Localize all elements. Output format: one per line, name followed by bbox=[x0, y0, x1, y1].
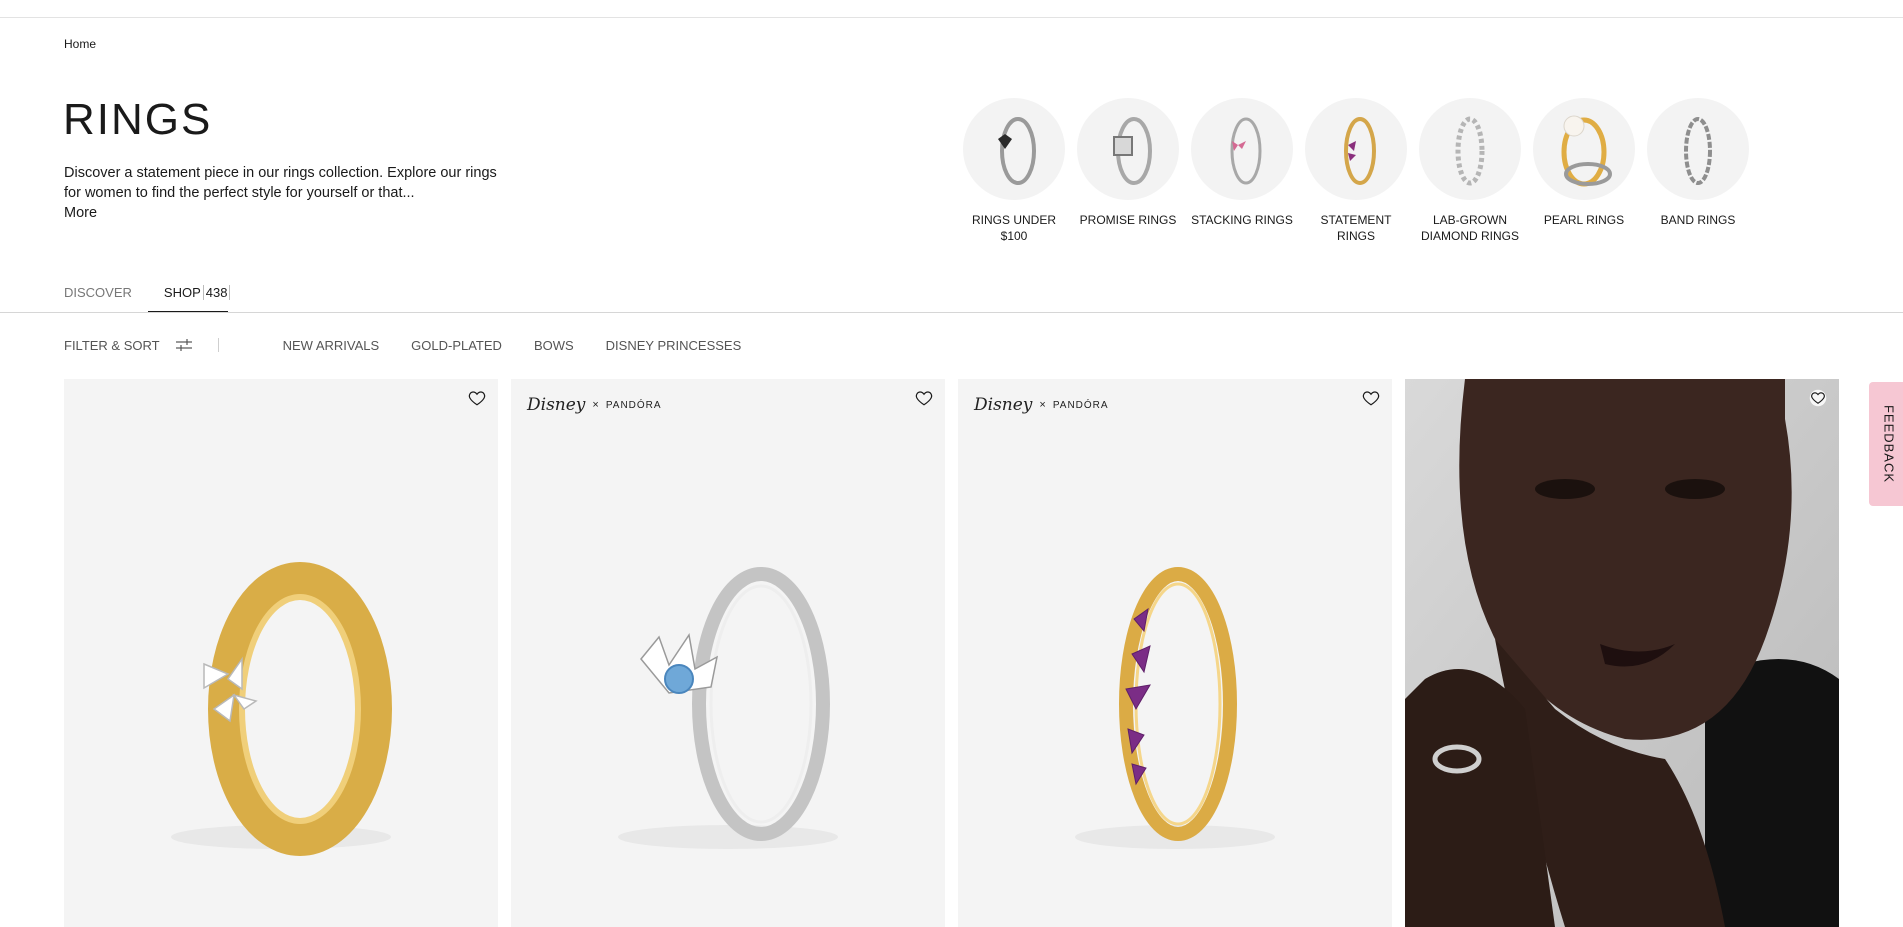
description-text: Discover a statement piece in our rings … bbox=[64, 165, 497, 201]
brand-disney: Disney bbox=[974, 395, 1033, 415]
wishlist-heart-icon[interactable] bbox=[1362, 389, 1380, 407]
category-statement-rings[interactable]: STATEMENT RINGS bbox=[1299, 98, 1413, 244]
category-label: BAND RINGS bbox=[1660, 213, 1736, 227]
filter-bar: FILTER & SORT NEW ARRIVALS GOLD-PLATED B… bbox=[64, 337, 773, 353]
feedback-tab[interactable]: FEEDBACK bbox=[1869, 382, 1903, 506]
eternity-band-icon bbox=[1419, 98, 1521, 200]
section-tabs: DISCOVER SHOP 438 bbox=[64, 285, 262, 300]
category-label: PROMISE RINGS bbox=[1079, 213, 1177, 227]
quick-filter-chips: NEW ARRIVALS GOLD-PLATED BOWS DISNEY PRI… bbox=[283, 338, 774, 353]
wishlist-heart-icon[interactable] bbox=[915, 389, 933, 407]
breadcrumb[interactable]: Home bbox=[64, 37, 96, 51]
category-pearl-rings[interactable]: PEARL RINGS bbox=[1527, 98, 1641, 244]
page-title: RINGS bbox=[63, 95, 213, 144]
tab-shop-label: SHOP bbox=[163, 285, 201, 300]
product-image bbox=[1075, 567, 1275, 849]
product-image bbox=[618, 567, 838, 849]
category-label: STACKING RINGS bbox=[1191, 213, 1293, 227]
product-card[interactable]: Disney × PANDÓRA bbox=[511, 379, 945, 927]
product-grid: Disney × PANDÓRA Disney × PANDÓRA bbox=[64, 379, 1839, 927]
page-description: Discover a statement piece in our rings … bbox=[64, 163, 504, 223]
wavy-band-icon bbox=[1647, 98, 1749, 200]
product-image bbox=[171, 562, 392, 856]
category-promise-rings[interactable]: PROMISE RINGS bbox=[1071, 98, 1185, 244]
brand-x: × bbox=[592, 399, 599, 411]
category-label: LAB-GROWN DIAMOND RINGS bbox=[1420, 213, 1519, 243]
filter-sort-button[interactable]: FILTER & SORT bbox=[64, 338, 192, 353]
category-carousel: RINGS UNDER $100 PROMISE RINGS STACKING … bbox=[957, 98, 1755, 244]
model-portrait-image bbox=[1405, 379, 1839, 927]
feedback-label: FEEDBACK bbox=[1881, 404, 1897, 484]
chip-new-arrivals[interactable]: NEW ARRIVALS bbox=[283, 338, 380, 353]
sliders-icon bbox=[175, 339, 192, 351]
disney-pandora-badge: Disney × PANDÓRA bbox=[527, 395, 662, 415]
brand-x: × bbox=[1039, 399, 1046, 411]
more-link[interactable]: More bbox=[64, 203, 504, 223]
filter-sort-label: FILTER & SORT bbox=[64, 337, 160, 353]
square-halo-ring-icon bbox=[1077, 98, 1179, 200]
tabs-divider bbox=[0, 312, 1903, 313]
silver-heart-ring-icon bbox=[963, 98, 1065, 200]
category-label: PEARL RINGS bbox=[1543, 213, 1625, 227]
category-stacking-rings[interactable]: STACKING RINGS bbox=[1185, 98, 1299, 244]
category-label: STATEMENT RINGS bbox=[1320, 213, 1392, 243]
product-card-lifestyle[interactable] bbox=[1405, 379, 1839, 927]
chip-bows[interactable]: BOWS bbox=[534, 338, 574, 353]
gold-purple-ring-icon bbox=[1305, 98, 1407, 200]
brand-pandora: PANDÓRA bbox=[1052, 399, 1109, 411]
category-label: RINGS UNDER $100 bbox=[971, 213, 1056, 243]
top-divider bbox=[0, 17, 1903, 18]
tab-shop-count: 438 bbox=[202, 285, 231, 300]
filter-divider bbox=[217, 338, 219, 352]
pink-butterfly-ring-icon bbox=[1191, 98, 1293, 200]
category-band-rings[interactable]: BAND RINGS bbox=[1641, 98, 1755, 244]
tab-shop[interactable]: SHOP 438 bbox=[164, 285, 231, 300]
tab-discover[interactable]: DISCOVER bbox=[64, 285, 132, 300]
brand-disney: Disney bbox=[527, 395, 586, 415]
product-card[interactable] bbox=[64, 379, 498, 927]
category-rings-under-100[interactable]: RINGS UNDER $100 bbox=[957, 98, 1071, 244]
product-card[interactable]: Disney × PANDÓRA bbox=[958, 379, 1392, 927]
chip-disney-princesses[interactable]: DISNEY PRINCESSES bbox=[606, 338, 742, 353]
brand-pandora: PANDÓRA bbox=[605, 399, 662, 411]
category-lab-grown-diamond-rings[interactable]: LAB-GROWN DIAMOND RINGS bbox=[1413, 98, 1527, 244]
wishlist-heart-icon[interactable] bbox=[1809, 389, 1827, 407]
wishlist-heart-icon[interactable] bbox=[468, 389, 486, 407]
chip-gold-plated[interactable]: GOLD-PLATED bbox=[411, 338, 502, 353]
disney-pandora-badge: Disney × PANDÓRA bbox=[974, 395, 1109, 415]
breadcrumb-home[interactable]: Home bbox=[64, 37, 96, 51]
pearl-ring-icon bbox=[1533, 98, 1635, 200]
